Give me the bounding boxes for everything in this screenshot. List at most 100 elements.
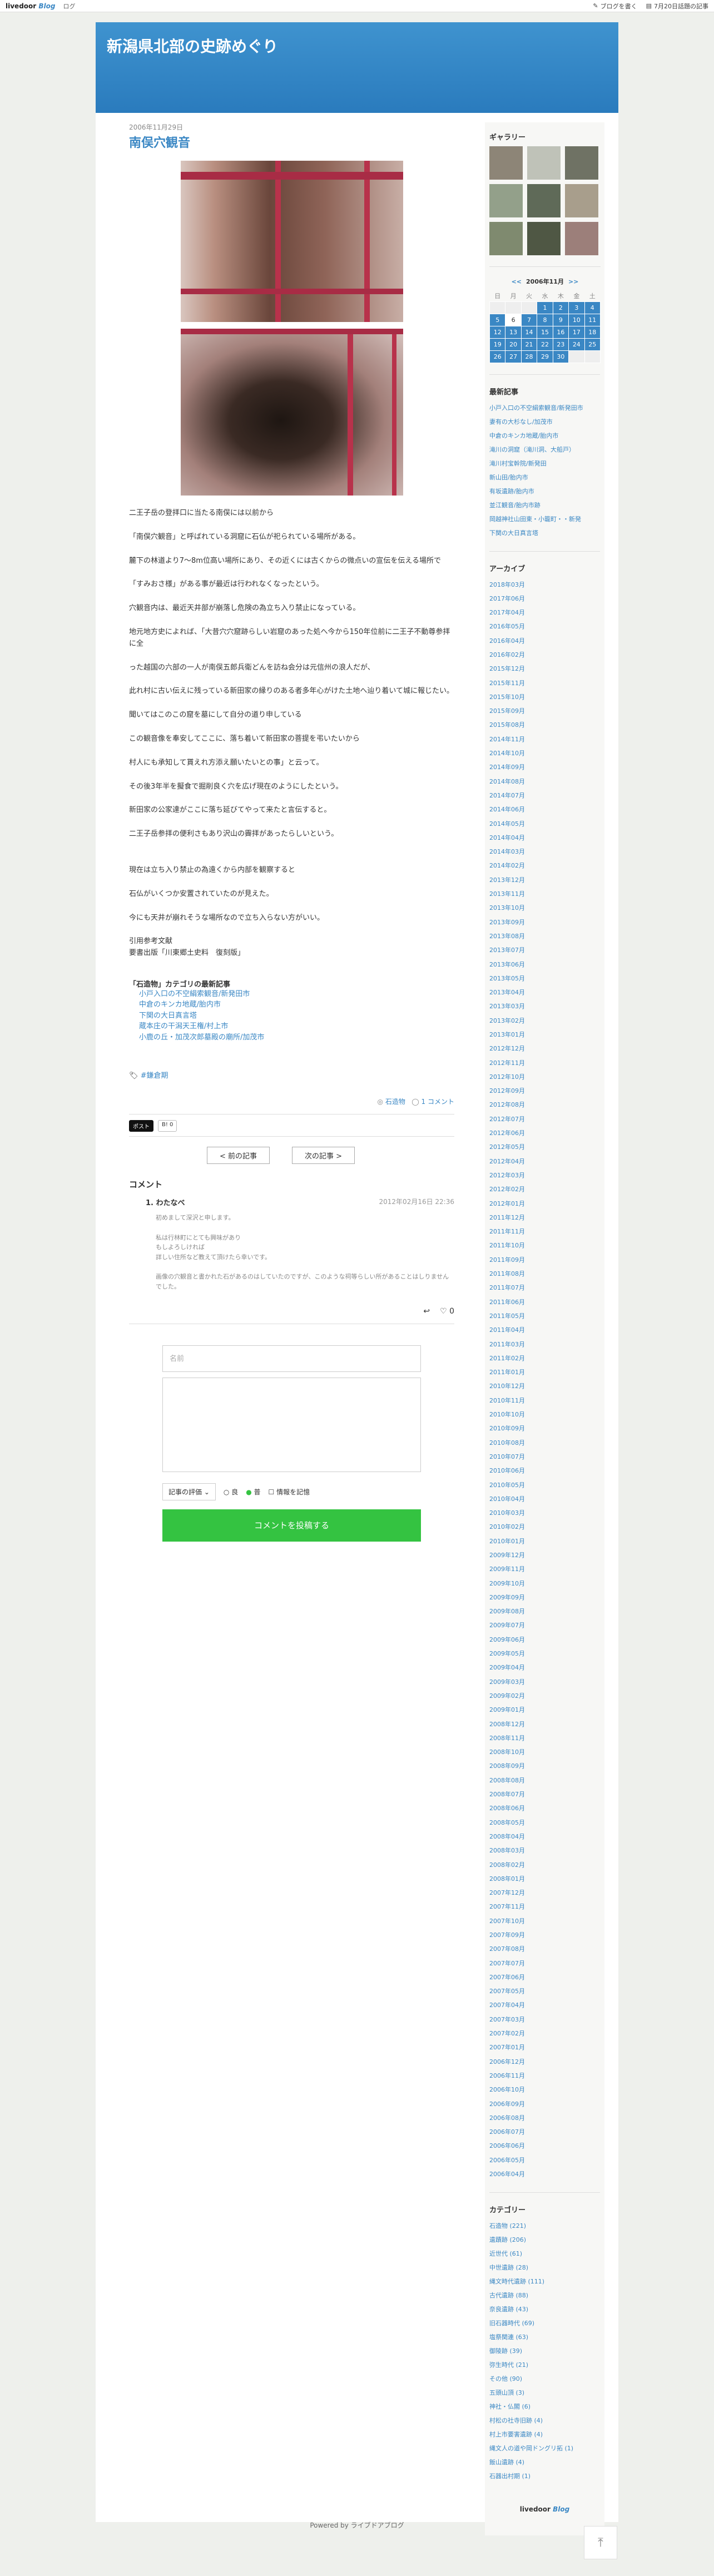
like-button[interactable]: ♡ 0 — [440, 1307, 454, 1316]
category-link[interactable]: 縄文人の道や岡ドングリ拓 (1) — [489, 2445, 573, 2452]
category-link[interactable]: 縄文時代遺跡 (111) — [489, 2278, 544, 2285]
gallery-thumb[interactable] — [527, 222, 561, 255]
archive-link[interactable]: 2006年08月 — [489, 2114, 525, 2122]
calendar-next[interactable]: >> — [568, 278, 578, 285]
category-link[interactable]: 旧石器時代 (69) — [489, 2320, 534, 2327]
archive-link[interactable]: 2013年07月 — [489, 947, 525, 954]
archive-link[interactable]: 2012年02月 — [489, 1186, 525, 1193]
calendar-day[interactable]: 29 — [537, 350, 553, 363]
submit-comment-button[interactable]: コメントを投稿する — [162, 1509, 421, 1542]
calendar-day[interactable]: 23 — [552, 338, 569, 351]
archive-link[interactable]: 2015年08月 — [489, 721, 525, 729]
calendar-day[interactable]: 20 — [505, 338, 522, 351]
related-link[interactable]: 蔵本庄の干潟天王権/村上市 — [139, 1022, 228, 1031]
archive-link[interactable]: 2013年10月 — [489, 904, 525, 911]
calendar-day[interactable]: 19 — [489, 338, 506, 351]
archive-link[interactable]: 2014年03月 — [489, 848, 525, 855]
category-link[interactable]: 石造物 — [385, 1098, 405, 1106]
archive-link[interactable]: 2015年09月 — [489, 707, 525, 715]
archive-link[interactable]: 2015年12月 — [489, 665, 525, 672]
archive-link[interactable]: 2006年04月 — [489, 2171, 525, 2178]
calendar-day[interactable]: 30 — [552, 350, 569, 363]
archive-link[interactable]: 2015年11月 — [489, 680, 525, 687]
category-link[interactable]: 弥生時代 (21) — [489, 2361, 528, 2369]
tag-link[interactable]: #鎌倉期 — [141, 1072, 168, 1080]
rating-select[interactable]: 記事の評価 ⌄ — [162, 1483, 216, 1501]
gallery-thumb[interactable] — [489, 146, 523, 180]
calendar-day[interactable]: 4 — [584, 301, 601, 314]
archive-link[interactable]: 2007年06月 — [489, 1974, 525, 1981]
calendar-day[interactable]: 6 — [505, 313, 522, 326]
blog-title[interactable]: 新潟県北部の史跡めぐり — [107, 34, 607, 57]
related-link[interactable]: 下関の大日真言塔 — [139, 1012, 197, 1020]
calendar-day[interactable]: 15 — [537, 325, 553, 339]
category-link[interactable]: 近世代 (61) — [489, 2250, 522, 2257]
archive-link[interactable]: 2010年10月 — [489, 1411, 525, 1418]
archive-link[interactable]: 2007年09月 — [489, 1931, 525, 1939]
archive-link[interactable]: 2014年11月 — [489, 736, 525, 743]
archive-link[interactable]: 2008年08月 — [489, 1777, 525, 1784]
recent-post-link[interactable]: 小戸入口の不空絹索観音/新発田市 — [489, 404, 583, 412]
archive-link[interactable]: 2016年02月 — [489, 651, 525, 658]
archive-link[interactable]: 2011年10月 — [489, 1242, 525, 1249]
archive-link[interactable]: 2015年10月 — [489, 693, 525, 701]
archive-link[interactable]: 2011年07月 — [489, 1284, 525, 1291]
archive-link[interactable]: 2010年01月 — [489, 1538, 525, 1545]
archive-link[interactable]: 2016年05月 — [489, 623, 525, 630]
archive-link[interactable]: 2009年12月 — [489, 1552, 525, 1559]
rating-normal-radio[interactable]: ● 普 — [246, 1487, 260, 1497]
calendar-day[interactable]: 25 — [584, 338, 601, 351]
archive-link[interactable]: 2011年04月 — [489, 1326, 525, 1334]
post-title[interactable]: 南俣穴観音 — [129, 133, 454, 151]
archive-link[interactable]: 2008年01月 — [489, 1875, 525, 1883]
archive-link[interactable]: 2012年04月 — [489, 1158, 525, 1165]
calendar-day[interactable]: 2 — [552, 301, 569, 314]
calendar-day[interactable]: 3 — [568, 301, 585, 314]
archive-link[interactable]: 2012年10月 — [489, 1073, 525, 1081]
archive-link[interactable]: 2007年03月 — [489, 2016, 525, 2023]
gallery-thumb[interactable] — [565, 184, 598, 217]
archive-link[interactable]: 2008年07月 — [489, 1791, 525, 1798]
category-link[interactable]: 村上市要害遺跡 (4) — [489, 2431, 543, 2438]
archive-link[interactable]: 2009年05月 — [489, 1650, 525, 1657]
recent-post-link[interactable]: 下関の大日真言塔 — [489, 529, 538, 537]
archive-link[interactable]: 2010年12月 — [489, 1383, 525, 1390]
gallery-thumb[interactable] — [489, 184, 523, 217]
calendar-day[interactable]: 17 — [568, 325, 585, 339]
calendar-day[interactable]: 22 — [537, 338, 553, 351]
archive-link[interactable]: 2014年10月 — [489, 750, 525, 757]
sidebar-logo[interactable]: livedoor Blog — [489, 2505, 600, 2513]
archive-link[interactable]: 2009年02月 — [489, 1692, 525, 1700]
archive-link[interactable]: 2011年09月 — [489, 1256, 525, 1264]
archive-link[interactable]: 2011年08月 — [489, 1270, 525, 1277]
comment-count-link[interactable]: 1 コメント — [422, 1098, 454, 1106]
livedoor-logo[interactable]: livedoor Blog — [6, 2, 55, 10]
archive-link[interactable]: 2013年09月 — [489, 919, 525, 926]
name-input[interactable]: 名前 — [162, 1345, 421, 1373]
recent-post-link[interactable]: 並江観音/胎内市跡 — [489, 502, 541, 509]
archive-link[interactable]: 2009年08月 — [489, 1608, 525, 1615]
archive-link[interactable]: 2011年06月 — [489, 1299, 525, 1306]
archive-link[interactable]: 2010年04月 — [489, 1495, 525, 1503]
archive-link[interactable]: 2007年10月 — [489, 1918, 525, 1925]
calendar-day[interactable]: 26 — [489, 350, 506, 363]
archive-link[interactable]: 2017年06月 — [489, 595, 525, 602]
archive-link[interactable]: 2006年10月 — [489, 2086, 525, 2093]
archive-link[interactable]: 2018年03月 — [489, 581, 525, 588]
post-image-1[interactable] — [180, 161, 403, 322]
gallery-thumb[interactable] — [565, 222, 598, 255]
calendar-day[interactable]: 27 — [505, 350, 522, 363]
gallery-thumb[interactable] — [565, 146, 598, 180]
archive-link[interactable]: 2008年03月 — [489, 1847, 525, 1854]
archive-link[interactable]: 2008年10月 — [489, 1748, 525, 1756]
related-link[interactable]: 中倉のキンカ地蔵/胎内市 — [139, 1000, 221, 1009]
archive-link[interactable]: 2007年04月 — [489, 2002, 525, 2009]
archive-link[interactable]: 2012年08月 — [489, 1101, 525, 1108]
archive-link[interactable]: 2010年06月 — [489, 1467, 525, 1474]
archive-link[interactable]: 2007年05月 — [489, 1988, 525, 1995]
related-link[interactable]: 小鹿の丘・加茂次郎墓殿の廟所/加茂市 — [139, 1033, 264, 1042]
archive-link[interactable]: 2017年04月 — [489, 609, 525, 616]
recent-post-link[interactable]: 滝川村宝幹院/新発田 — [489, 460, 547, 467]
recent-post-link[interactable]: 滝川の洞窟（滝川洞、大船戸） — [489, 446, 575, 453]
gallery-thumb[interactable] — [527, 146, 561, 180]
